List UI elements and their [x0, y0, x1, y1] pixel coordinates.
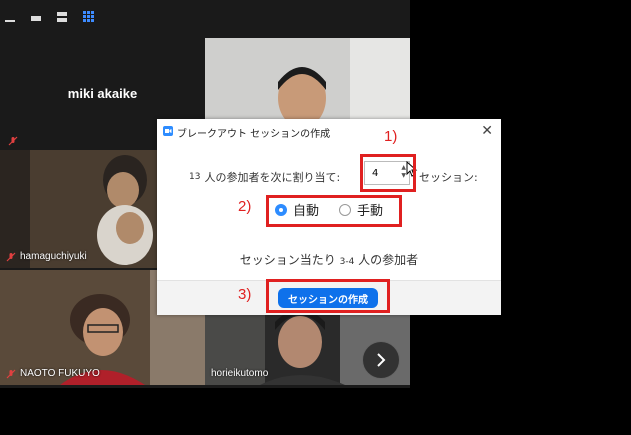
participant-label: horieikutomo	[211, 368, 268, 379]
mic-muted-icon	[8, 136, 18, 146]
annotation-label-3: 3)	[238, 286, 252, 303]
gallery-view-icon[interactable]	[82, 11, 96, 23]
annotation-box-1	[360, 154, 416, 192]
participant-name: miki akaike	[67, 86, 138, 101]
participant-name: NAOTO FUKUYO	[20, 368, 100, 379]
participant-name: hamaguchiyuki	[20, 251, 87, 262]
participant-tile-2: hamaguchiyuki	[0, 150, 160, 268]
view-toolbar	[4, 10, 96, 24]
close-icon[interactable]: ✕	[481, 123, 493, 139]
next-page-button[interactable]	[362, 341, 400, 379]
annotation-label-2: 2)	[238, 198, 252, 215]
annotation-box-3	[266, 279, 390, 313]
speaker-view-icon[interactable]	[56, 11, 70, 23]
participant-count: 13	[189, 172, 201, 182]
dialog-title: ブレークアウト セッションの作成	[177, 129, 331, 140]
annotation-box-2	[266, 195, 402, 227]
per-session-suffix: 人の参加者	[358, 253, 419, 267]
per-session-prefix: セッション当たり	[239, 253, 336, 267]
participant-label: hamaguchiyuki	[6, 251, 87, 262]
assign-text: 13 人の参加者を次に割り当て:	[189, 169, 340, 185]
participant-label: NAOTO FUKUYO	[6, 368, 100, 379]
minimize-icon[interactable]	[4, 11, 18, 23]
sessions-suffix: セッション:	[419, 171, 478, 184]
zoom-logo-icon	[163, 126, 173, 136]
mic-muted-icon	[6, 252, 16, 261]
per-session-range: 3-4	[339, 257, 355, 267]
chevron-right-icon	[377, 353, 386, 367]
dialog-titlebar: ブレークアウト セッションの作成 ✕	[157, 119, 501, 143]
mic-muted-icon	[6, 369, 16, 378]
participant-name: horieikutomo	[211, 368, 269, 379]
restore-icon[interactable]	[30, 11, 44, 23]
per-session-info: セッション当たり 3-4 人の参加者	[157, 251, 501, 268]
assign-label: 人の参加者を次に割り当て:	[204, 171, 341, 184]
annotation-label-1: 1)	[384, 128, 398, 145]
